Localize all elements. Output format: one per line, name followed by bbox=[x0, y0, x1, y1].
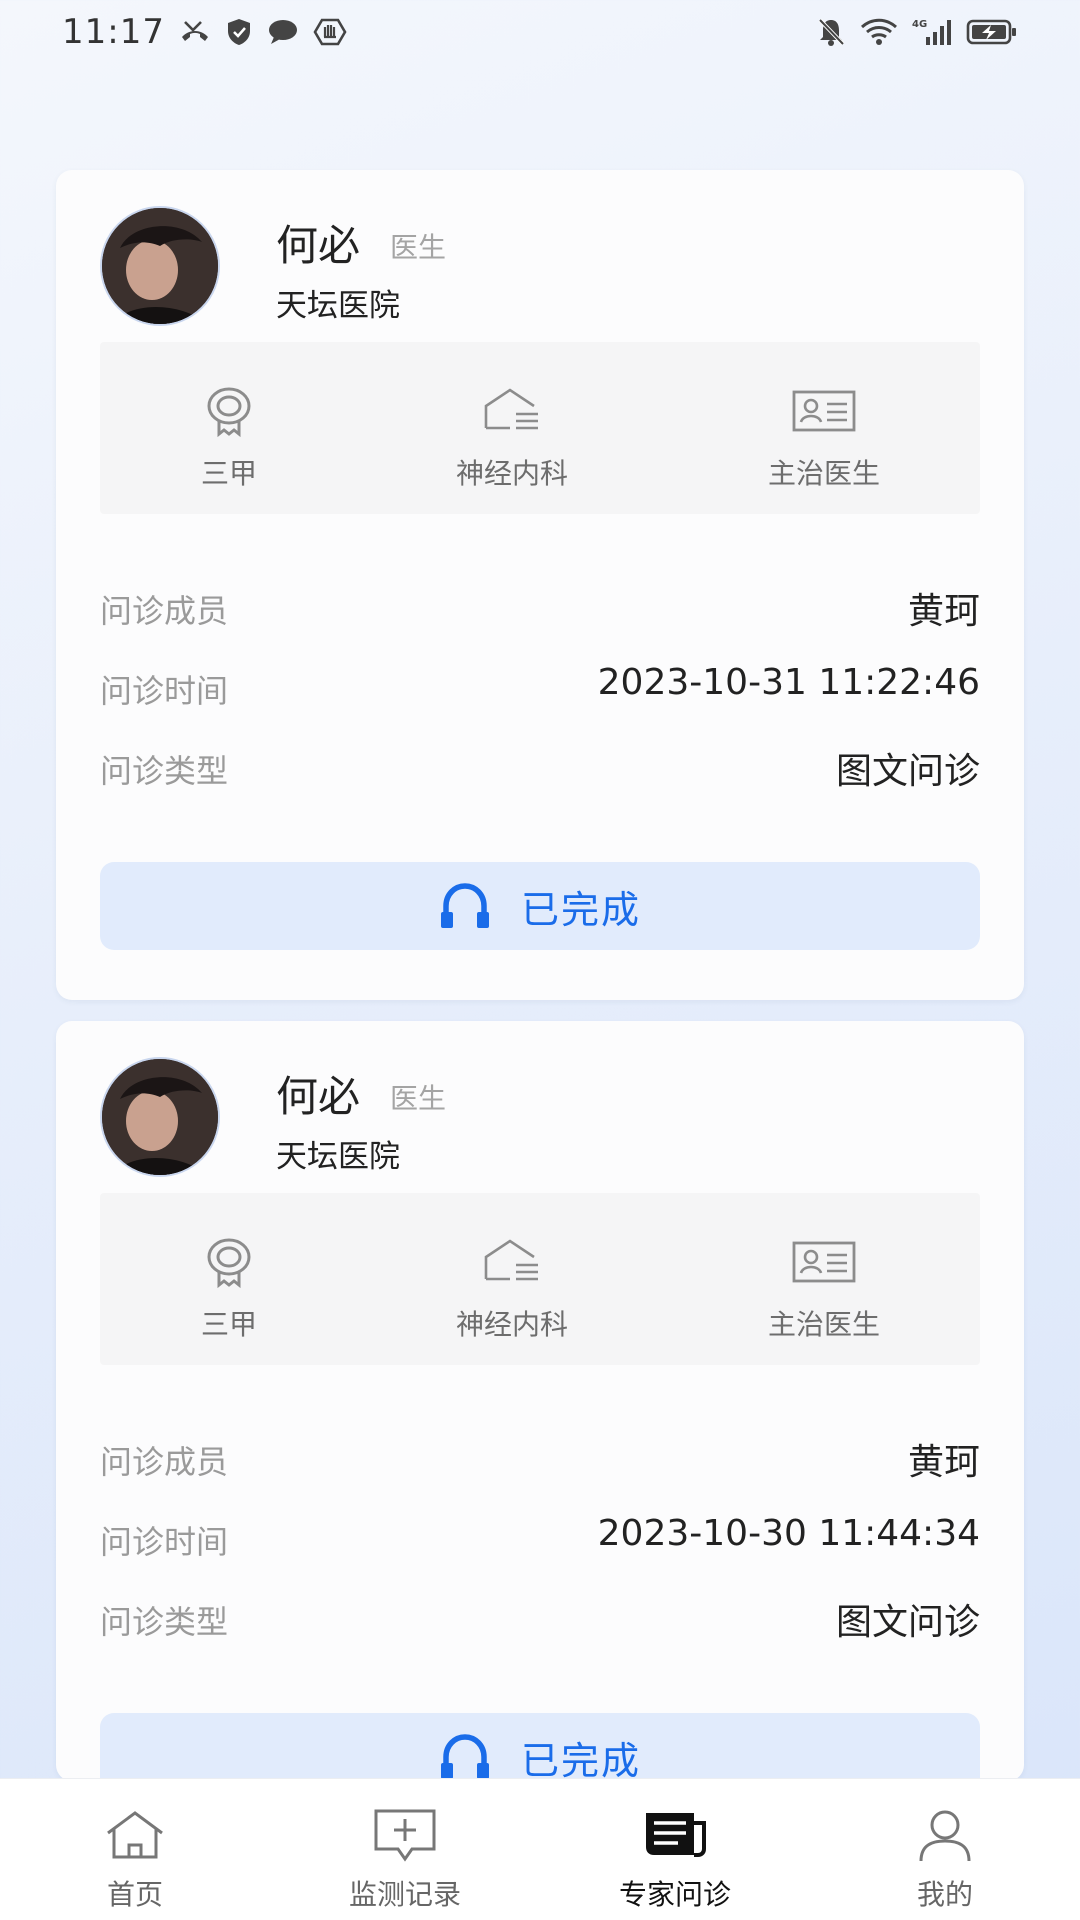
row-label: 问诊成员 bbox=[100, 592, 229, 630]
doctor-title: 医生 bbox=[390, 1082, 447, 1115]
message-icon bbox=[268, 20, 297, 44]
doctor-header: 何必 医生 天坛医院 bbox=[100, 1057, 980, 1177]
hospital-name: 天坛医院 bbox=[276, 1139, 400, 1175]
mute-bell-icon bbox=[818, 18, 845, 46]
medal-icon bbox=[207, 387, 251, 438]
home-icon bbox=[107, 1811, 163, 1859]
doctor-avatar bbox=[100, 1057, 220, 1177]
consult-member-row: 问诊成员 黄珂 bbox=[100, 580, 980, 632]
row-value: 黄珂 bbox=[907, 1442, 980, 1483]
doctor-info-strip: 三甲 神经内科 主治医生 bbox=[100, 1193, 980, 1365]
row-label: 问诊成员 bbox=[100, 1443, 229, 1481]
consultation-card[interactable]: 何必 医生 天坛医院 三甲 神经内科 主治医生 问诊成员 黄珂 问诊时间 202… bbox=[56, 170, 1024, 1000]
position-label: 主治医生 bbox=[767, 1308, 880, 1341]
department-icon bbox=[484, 1239, 538, 1281]
row-value: 2023-10-31 11:22:46 bbox=[597, 662, 980, 703]
consult-time-row: 问诊时间 2023-10-30 11:44:34 bbox=[100, 1511, 980, 1561]
id-card-icon bbox=[792, 390, 856, 432]
user-icon bbox=[919, 1810, 971, 1862]
doctor-header: 何必 医生 天坛医院 bbox=[100, 206, 980, 326]
consultation-card[interactable]: 何必 医生 天坛医院 三甲 神经内科 主治医生 问诊成员 黄珂 问诊时间 202… bbox=[56, 1021, 1024, 1781]
nav-label: 我的 bbox=[916, 1878, 973, 1911]
department: 神经内科 bbox=[402, 384, 622, 492]
hospital-level-label: 三甲 bbox=[200, 1308, 257, 1341]
monitor-record-icon bbox=[374, 1809, 436, 1862]
consult-status-button[interactable]: 已完成 bbox=[100, 862, 980, 950]
hospital-level-label: 三甲 bbox=[200, 457, 257, 490]
row-label: 问诊时间 bbox=[100, 672, 229, 710]
consult-type-row: 问诊类型 图文问诊 bbox=[100, 1591, 980, 1643]
network-type-label: 4G bbox=[912, 19, 927, 30]
consult-member-row: 问诊成员 黄珂 bbox=[100, 1431, 980, 1483]
department-label: 神经内科 bbox=[455, 457, 568, 490]
doctor-info-strip: 三甲 神经内科 主治医生 bbox=[100, 342, 980, 514]
status-label: 已完成 bbox=[520, 889, 641, 932]
position-label: 主治医生 bbox=[767, 457, 880, 490]
department: 神经内科 bbox=[402, 1235, 622, 1343]
bottom-nav: 首页 监测记录 专家问诊 我的 bbox=[0, 1778, 1080, 1920]
row-label: 问诊类型 bbox=[100, 752, 229, 790]
status-time: 11:17 bbox=[62, 12, 165, 52]
nav-item-monitor-record[interactable]: 监测记录 bbox=[305, 1779, 505, 1920]
nav-label: 专家问诊 bbox=[618, 1878, 731, 1911]
doctor-name: 何必 bbox=[276, 1072, 361, 1121]
consult-time-row: 问诊时间 2023-10-31 11:22:46 bbox=[100, 660, 980, 710]
consult-status-button[interactable]: 已完成 bbox=[100, 1713, 980, 1781]
status-left: 11:17 bbox=[62, 12, 347, 52]
headset-icon bbox=[440, 883, 489, 928]
row-label: 问诊类型 bbox=[100, 1603, 229, 1641]
cellular-signal-icon: 4G bbox=[912, 19, 951, 45]
row-value: 黄珂 bbox=[907, 591, 980, 632]
status-bar: 11:17 4G bbox=[0, 0, 1080, 64]
missed-call-icon bbox=[181, 21, 208, 41]
headset-icon bbox=[440, 1734, 489, 1779]
hand-shield-icon bbox=[313, 18, 347, 46]
row-value: 图文问诊 bbox=[835, 1602, 980, 1643]
department-label: 神经内科 bbox=[455, 1308, 568, 1341]
nav-item-home[interactable]: 首页 bbox=[35, 1779, 235, 1920]
nav-item-expert-consult[interactable]: 专家问诊 bbox=[575, 1779, 775, 1920]
nav-item-mine[interactable]: 我的 bbox=[845, 1779, 1045, 1920]
row-label: 问诊时间 bbox=[100, 1523, 229, 1561]
status-right: 4G bbox=[816, 17, 1018, 47]
doctor-name: 何必 bbox=[276, 221, 361, 270]
expert-consult-icon bbox=[646, 1813, 706, 1857]
shield-icon bbox=[227, 19, 250, 45]
medal-icon bbox=[207, 1238, 251, 1289]
doctor-avatar bbox=[100, 206, 220, 326]
id-card-icon bbox=[792, 1241, 856, 1283]
department-icon bbox=[484, 388, 538, 430]
wifi-icon bbox=[860, 18, 898, 45]
nav-label: 首页 bbox=[106, 1878, 163, 1911]
hospital-name: 天坛医院 bbox=[276, 288, 400, 324]
row-value: 2023-10-30 11:44:34 bbox=[597, 1513, 980, 1554]
hospital-level: 三甲 bbox=[119, 1235, 339, 1343]
nav-label: 监测记录 bbox=[348, 1878, 461, 1911]
status-label: 已完成 bbox=[520, 1740, 641, 1782]
doctor-title: 医生 bbox=[390, 231, 447, 264]
battery-charging-icon bbox=[966, 19, 1016, 45]
doctor-position: 主治医生 bbox=[714, 384, 934, 492]
row-value: 图文问诊 bbox=[835, 751, 980, 792]
doctor-position: 主治医生 bbox=[714, 1235, 934, 1343]
hospital-level: 三甲 bbox=[119, 384, 339, 492]
consult-type-row: 问诊类型 图文问诊 bbox=[100, 740, 980, 792]
